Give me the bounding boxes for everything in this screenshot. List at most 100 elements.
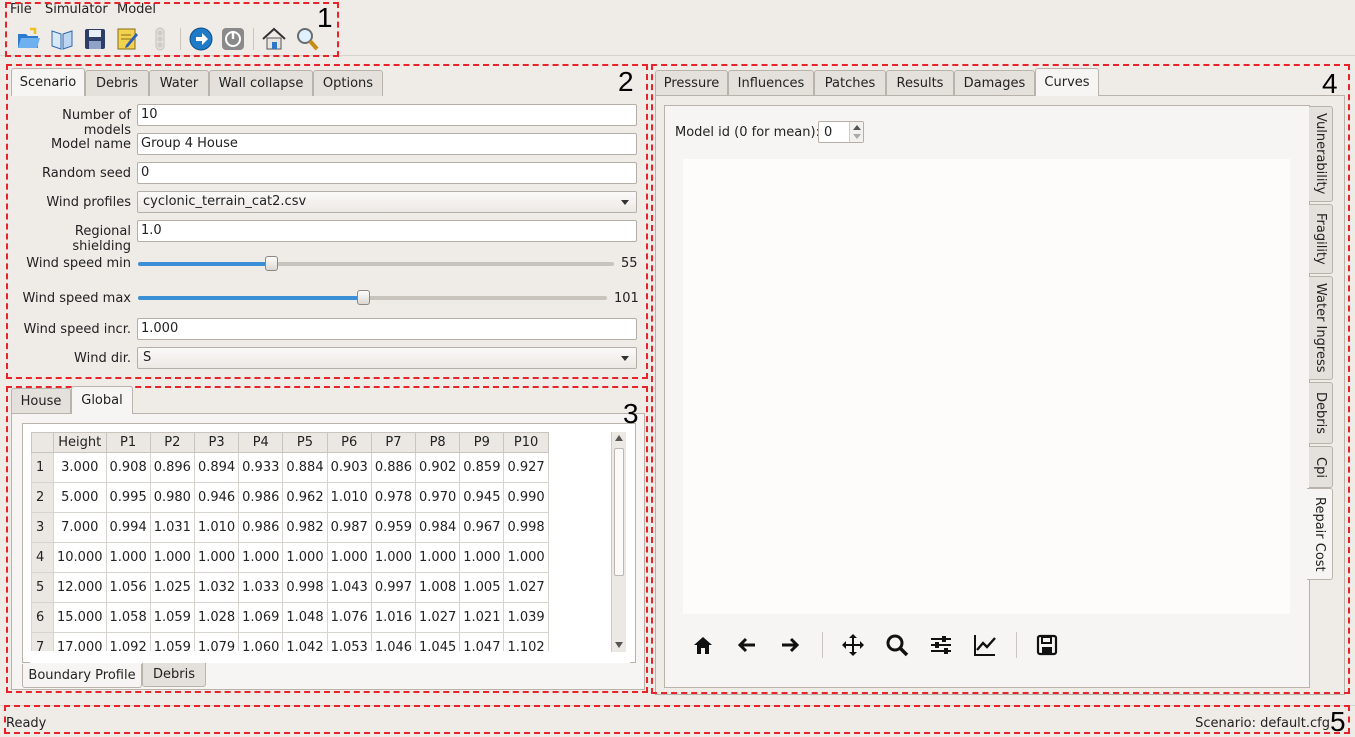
vtab-debris[interactable]: Debris [1309, 382, 1333, 444]
table-cell[interactable]: 15.000 [53, 602, 107, 633]
row-header[interactable]: 2 [31, 482, 54, 513]
tab-debris-bottom[interactable]: Debris [142, 663, 206, 687]
table-cell[interactable]: 1.000 [238, 542, 284, 573]
table-cell[interactable]: 1.000 [282, 542, 328, 573]
table-cell[interactable]: 0.982 [282, 512, 328, 543]
table-cell[interactable]: 1.005 [459, 572, 505, 603]
edit-icon[interactable] [114, 26, 140, 52]
table-cell[interactable]: 0.946 [193, 482, 240, 513]
forward-arrow-icon[interactable] [777, 632, 803, 658]
tab-house[interactable]: House [11, 388, 71, 414]
menu-model[interactable]: Model [117, 2, 156, 17]
table-column-header[interactable]: P7 [370, 432, 417, 453]
row-header[interactable]: 4 [31, 542, 54, 573]
table-cell[interactable]: 0.896 [149, 452, 195, 483]
table-cell[interactable]: 0.986 [238, 482, 284, 513]
table-cell[interactable]: 0.978 [370, 482, 417, 513]
home-icon[interactable] [261, 26, 287, 52]
table-cell[interactable]: 0.945 [459, 482, 505, 513]
spin-buttons[interactable] [849, 122, 863, 142]
model-id-spinbox[interactable]: 0 [818, 121, 864, 143]
table-cell[interactable]: 1.000 [370, 542, 417, 573]
open-folder-icon[interactable] [16, 26, 42, 52]
random-seed-input[interactable]: 0 [137, 162, 637, 184]
menu-file[interactable]: File [10, 2, 32, 17]
table-cell[interactable]: 0.986 [238, 512, 284, 543]
table-cell[interactable]: 1.056 [105, 572, 151, 603]
table-cell[interactable]: 7.000 [53, 512, 107, 543]
configure-subplots-icon[interactable] [928, 632, 954, 658]
table-row[interactable]: 5 12.000 1.056 1.025 1.032 1.033 0.998 1.043 0.9… [31, 572, 549, 603]
wind-speed-max-handle[interactable] [357, 290, 370, 305]
tab-curves[interactable]: Curves [1035, 68, 1099, 96]
table-column-header[interactable]: P5 [282, 432, 328, 453]
table-cell[interactable]: 1.031 [149, 512, 195, 543]
wind-speed-max-slider[interactable] [138, 290, 607, 305]
table-cell[interactable]: 1.033 [238, 572, 284, 603]
table-cell[interactable]: 1.008 [415, 572, 461, 603]
table-cell[interactable]: 0.998 [503, 512, 549, 543]
table-column-header[interactable]: P1 [105, 432, 151, 453]
wind-speed-min-slider[interactable] [138, 256, 614, 271]
vtab-fragility[interactable]: Fragility [1309, 204, 1333, 274]
table-cell[interactable]: 1.076 [326, 602, 372, 633]
plot-save-icon[interactable] [1034, 632, 1060, 658]
table-cell[interactable]: 1.000 [105, 542, 151, 573]
table-cell[interactable]: 0.886 [370, 452, 417, 483]
edit-curves-icon[interactable] [972, 632, 998, 658]
table-row[interactable]: 4 10.000 1.000 1.000 1.000 1.000 1.000 1.000 1.0… [31, 542, 549, 573]
table-cell[interactable]: 0.962 [282, 482, 328, 513]
num-models-input[interactable]: 10 [137, 104, 637, 126]
table-cell[interactable]: 1.010 [193, 512, 240, 543]
spin-down-icon[interactable] [853, 134, 861, 139]
vtab-water-ingress[interactable]: Water Ingress [1309, 276, 1333, 380]
table-cell[interactable]: 3.000 [53, 452, 107, 483]
table-cell[interactable]: 5.000 [53, 482, 107, 513]
table-cell[interactable]: 0.933 [238, 452, 284, 483]
table-cell[interactable]: 1.069 [238, 602, 284, 633]
table-cell[interactable]: 1.025 [149, 572, 195, 603]
table-row[interactable]: 3 7.000 0.994 1.031 1.010 0.986 0.982 0.987 0.95… [31, 512, 549, 543]
tab-influences[interactable]: Influences [728, 70, 814, 96]
table-cell[interactable]: 0.903 [326, 452, 372, 483]
open-book-icon[interactable] [49, 26, 75, 52]
wind-speed-incr-input[interactable]: 1.000 [137, 318, 637, 340]
table-column-header[interactable]: P10 [503, 432, 549, 453]
regional-shielding-input[interactable]: 1.0 [137, 220, 637, 242]
plot-home-icon[interactable] [690, 632, 716, 658]
table-cell[interactable]: 1.000 [193, 542, 240, 573]
table-cell[interactable]: 1.016 [370, 602, 417, 633]
table-column-header[interactable]: P2 [149, 432, 195, 453]
run-icon[interactable] [188, 26, 214, 52]
table-cell[interactable]: 0.902 [415, 452, 461, 483]
wind-profiles-select[interactable]: cyclonic_terrain_cat2.csv [137, 191, 637, 213]
table-cell[interactable]: 0.990 [503, 482, 549, 513]
row-header[interactable]: 3 [31, 512, 54, 543]
table-column-header[interactable]: P9 [459, 432, 505, 453]
wind-speed-min-handle[interactable] [265, 256, 278, 271]
table-cell[interactable]: 0.859 [459, 452, 505, 483]
table-cell[interactable]: 1.000 [149, 542, 195, 573]
table-cell[interactable]: 1.043 [326, 572, 372, 603]
scroll-down-icon[interactable] [615, 642, 623, 648]
tab-scenario[interactable]: Scenario [11, 68, 85, 96]
table-cell[interactable]: 1.028 [193, 602, 240, 633]
table-cell[interactable]: 0.998 [282, 572, 328, 603]
table-cell[interactable]: 1.058 [105, 602, 151, 633]
table-cell[interactable]: 10.000 [53, 542, 107, 573]
model-name-input[interactable]: Group 4 House [137, 133, 637, 155]
table-cell[interactable]: 1.027 [503, 572, 549, 603]
table-cell[interactable]: 0.959 [370, 512, 417, 543]
tab-wall-collapse[interactable]: Wall collapse [209, 70, 313, 96]
table-cell[interactable]: 0.980 [149, 482, 195, 513]
tab-debris[interactable]: Debris [85, 70, 149, 96]
tab-pressure[interactable]: Pressure [655, 70, 728, 96]
stop-light-icon[interactable] [147, 26, 173, 52]
pan-icon[interactable] [840, 632, 866, 658]
tab-patches[interactable]: Patches [814, 70, 886, 96]
table-cell[interactable]: 1.000 [503, 542, 549, 573]
table-cell[interactable]: 0.894 [193, 452, 240, 483]
tab-water[interactable]: Water [149, 70, 209, 96]
table-cell[interactable]: 1.032 [193, 572, 240, 603]
menu-simulator[interactable]: Simulator [45, 2, 108, 17]
